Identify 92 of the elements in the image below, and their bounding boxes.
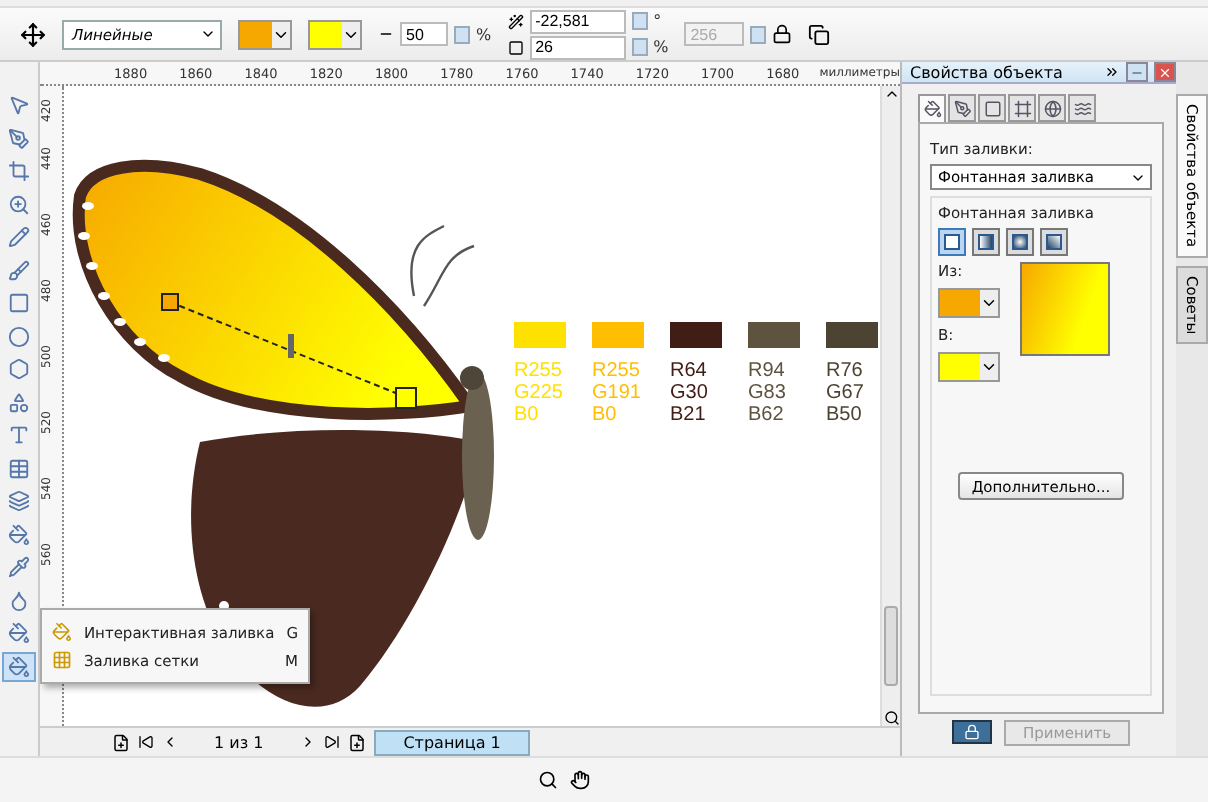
hand-icon[interactable] <box>570 770 590 790</box>
color-picker[interactable] <box>238 19 292 49</box>
frame-icon <box>983 99 1001 117</box>
text-icon <box>8 424 30 447</box>
lock-icon <box>964 724 981 740</box>
caret-icon <box>200 26 216 42</box>
pen-icon <box>953 99 971 117</box>
rgb-value: R76 <box>826 360 865 382</box>
rgb-value: G83 <box>748 382 788 404</box>
last-page-icon[interactable] <box>323 734 340 750</box>
rectangle-icon <box>8 292 30 315</box>
paint-bucket-icon <box>923 100 941 118</box>
fountain-type-button[interactable] <box>972 228 1000 256</box>
page-tab[interactable]: Страница 1 <box>373 729 531 755</box>
pencil-icon <box>8 226 30 249</box>
angle-field[interactable]: -22,581 <box>529 9 626 33</box>
rgb-value: R94 <box>748 360 787 382</box>
property-tab[interactable] <box>948 94 976 122</box>
spin-button[interactable] <box>750 25 767 43</box>
rgb-value: G225 <box>514 382 565 404</box>
rgb-value: B50 <box>826 404 864 426</box>
transform-tool-icon[interactable] <box>20 21 46 47</box>
add-page-icon[interactable] <box>347 733 366 751</box>
edge-pad-icon <box>507 39 524 55</box>
fountain-type-button[interactable] <box>1040 228 1068 256</box>
color-picker[interactable] <box>938 352 1000 382</box>
pen-tool-icon <box>8 127 30 150</box>
zoom-icon[interactable] <box>883 710 899 726</box>
eyedropper-icon <box>8 556 30 579</box>
close-button[interactable] <box>1154 62 1176 82</box>
grid-icon <box>52 650 72 670</box>
color-picker[interactable] <box>308 19 362 49</box>
rgb-value: B62 <box>748 404 786 426</box>
shapes-icon <box>8 391 30 414</box>
rgb-value: R255 <box>514 360 564 382</box>
brush-icon <box>8 259 30 282</box>
property-tab[interactable] <box>1068 94 1096 122</box>
paint-bucket-icon <box>8 523 30 546</box>
rgb-value: G191 <box>592 382 643 404</box>
rgb-value: G30 <box>670 382 710 404</box>
property-tab[interactable] <box>1038 94 1066 122</box>
edge-pad-field[interactable]: 26 <box>529 35 626 59</box>
layers-icon <box>8 490 30 513</box>
rgb-value: B0 <box>592 404 619 426</box>
rgb-value: B0 <box>514 404 541 426</box>
color-picker[interactable] <box>938 288 1000 318</box>
property-tab[interactable] <box>918 94 946 122</box>
paint-bucket-icon <box>8 655 30 678</box>
unit-label: % <box>476 25 492 43</box>
pointer-icon <box>8 94 30 117</box>
ellipse-icon <box>8 325 30 348</box>
spin-button[interactable] <box>454 25 470 43</box>
add-page-icon[interactable] <box>112 733 130 751</box>
property-tab[interactable] <box>978 94 1006 122</box>
caret-icon <box>980 294 998 312</box>
scroll-up-icon[interactable] <box>883 86 899 102</box>
midpoint-field[interactable]: 50 <box>400 22 448 46</box>
property-tab[interactable] <box>1008 94 1036 122</box>
globe-icon <box>1043 99 1061 117</box>
zoom-icon <box>8 193 30 216</box>
angle-icon <box>507 13 524 29</box>
docker-title: Свойства объекта <box>910 63 1065 81</box>
fountain-type-button[interactable] <box>1006 228 1034 256</box>
tool-button[interactable] <box>2 651 36 682</box>
caret-icon <box>980 358 998 376</box>
wave-icon <box>1073 99 1091 117</box>
expand-icon[interactable] <box>1104 64 1120 80</box>
fountain-type-button[interactable] <box>938 228 966 256</box>
gradient-vector-handle[interactable] <box>161 293 417 409</box>
unit-label: ° <box>653 12 662 30</box>
lock-icon[interactable] <box>772 24 793 44</box>
unit-label: % <box>653 38 669 56</box>
droplet-icon <box>8 589 30 612</box>
polygon-icon <box>8 358 30 381</box>
first-page-icon[interactable] <box>138 734 154 750</box>
rgb-value: G67 <box>826 382 866 404</box>
rgb-value: B21 <box>670 404 708 426</box>
gradient-preview <box>1020 262 1110 356</box>
paint-bucket-icon <box>52 622 72 642</box>
rgb-value: R64 <box>670 360 709 382</box>
crop-icon <box>8 160 30 183</box>
table-icon <box>8 457 30 480</box>
close-icon <box>1158 65 1172 79</box>
page-counter: 1 из 1 <box>214 733 264 751</box>
lock-button[interactable] <box>952 720 993 744</box>
rgb-value: R255 <box>592 360 642 382</box>
copy-icon[interactable] <box>808 23 831 45</box>
vertical-scrollbar[interactable] <box>880 86 900 726</box>
zoom-icon[interactable] <box>538 770 558 790</box>
paint-bucket-icon <box>8 622 30 645</box>
previous-page-icon[interactable] <box>162 734 178 750</box>
scrollbar-thumb[interactable] <box>884 606 898 686</box>
